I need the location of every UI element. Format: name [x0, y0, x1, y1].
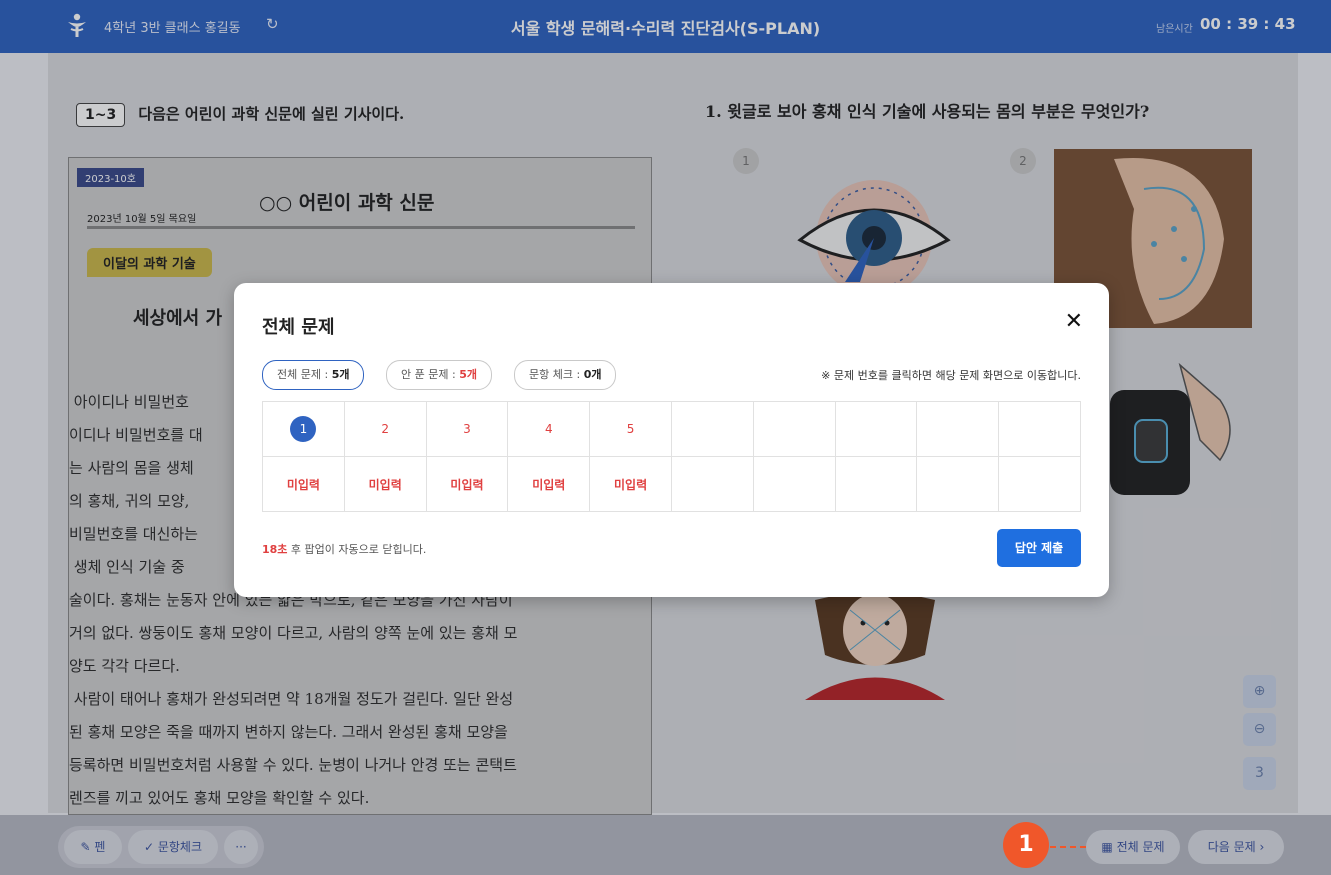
empty-cell	[916, 456, 1000, 512]
status-cell[interactable]: 미입력	[589, 456, 672, 512]
countdown-text: 후 팝업이 자동으로 닫힙니다.	[287, 543, 427, 556]
submit-answers-button[interactable]: 답안 제출	[997, 529, 1081, 567]
question-number: 1	[290, 416, 317, 442]
status-cell[interactable]: 미입력	[343, 456, 427, 512]
chip-checked[interactable]: 문항 체크 : 0개	[514, 360, 617, 390]
status-cell[interactable]: 미입력	[425, 456, 509, 512]
question-number: 5	[626, 422, 635, 436]
question-number: 3	[463, 422, 471, 436]
answer-status: 미입력	[286, 477, 320, 492]
close-icon[interactable]: ✕	[1065, 309, 1083, 334]
empty-cell	[670, 401, 754, 457]
answer-status: 미입력	[450, 477, 484, 492]
modal-title: 전체 문제	[262, 317, 335, 338]
question-status-row: 미입력 미입력 미입력 미입력 미입력	[262, 456, 1081, 512]
answer-status: 미입력	[368, 477, 402, 492]
empty-cell	[670, 456, 754, 512]
question-cell-4[interactable]: 4	[507, 401, 591, 457]
question-cell-5[interactable]: 5	[589, 401, 672, 457]
chip-all-label: 전체 문제 :	[277, 368, 332, 381]
empty-cell	[752, 401, 836, 457]
empty-cell	[998, 401, 1081, 457]
chip-all-questions[interactable]: 전체 문제 : 5개	[262, 360, 365, 390]
modal-hint: ※ 문제 번호를 클릭하면 해당 문제 화면으로 이동합니다.	[821, 369, 1081, 382]
chip-check-value: 0개	[583, 368, 602, 381]
question-number-row: 1 2 3 4 5	[262, 401, 1081, 457]
question-number: 4	[544, 422, 553, 436]
empty-cell	[998, 456, 1081, 512]
all-questions-modal: 전체 문제 ✕ 전체 문제 : 5개 안 푼 문제 : 5개 문항 체크 : 0…	[234, 283, 1109, 597]
chip-check-label: 문항 체크 :	[529, 368, 584, 381]
question-number: 2	[381, 422, 390, 436]
empty-cell	[916, 401, 1000, 457]
answer-status: 미입력	[532, 477, 566, 492]
question-grid: 1 2 3 4 5 미입력 미입력 미입력 미입력 미입력	[262, 401, 1081, 512]
countdown-seconds: 18초	[262, 543, 288, 556]
question-cell-2[interactable]: 2	[343, 401, 427, 457]
chip-unsolved-value: 5개	[459, 368, 477, 381]
question-cell-1[interactable]: 1	[262, 401, 345, 457]
empty-cell	[834, 401, 918, 457]
chip-unsolved-label: 안 푼 문제 :	[401, 368, 460, 381]
empty-cell	[752, 456, 836, 512]
callout-connector	[1050, 846, 1086, 848]
step-callout: 1	[1003, 822, 1049, 868]
auto-close-notice: 18초 후 팝업이 자동으로 닫힙니다.	[262, 541, 426, 557]
chip-unsolved[interactable]: 안 푼 문제 : 5개	[386, 360, 492, 390]
status-cell[interactable]: 미입력	[507, 456, 591, 512]
chip-all-value: 5개	[331, 368, 350, 381]
status-cell[interactable]: 미입력	[262, 456, 345, 512]
empty-cell	[834, 456, 918, 512]
question-cell-3[interactable]: 3	[425, 401, 509, 457]
answer-status: 미입력	[614, 477, 648, 492]
